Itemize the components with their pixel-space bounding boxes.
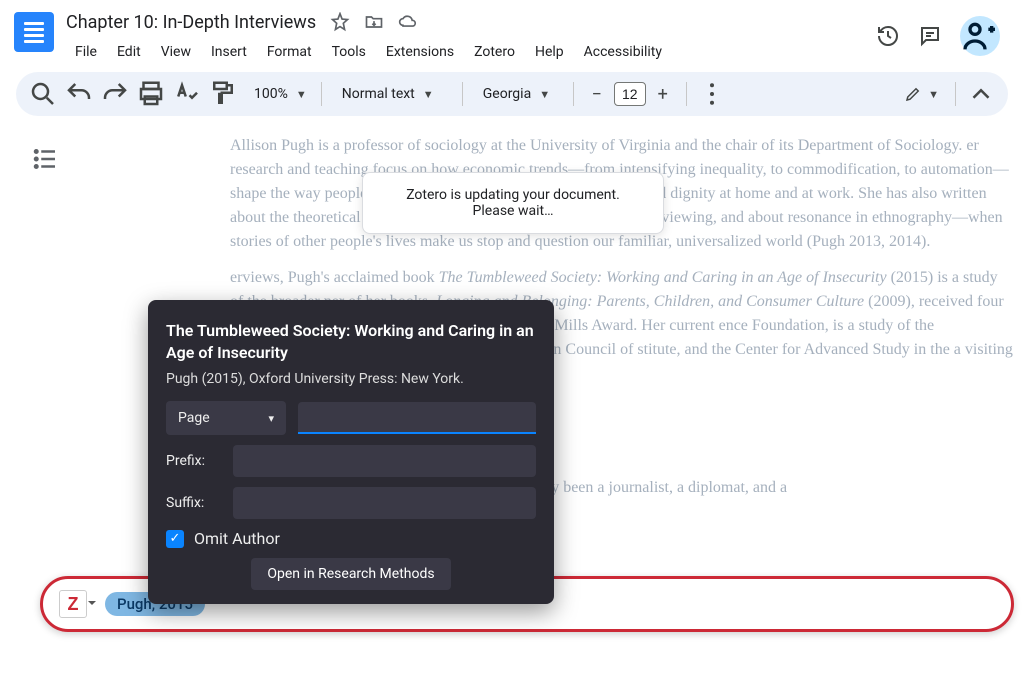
star-icon[interactable] [330,12,350,32]
chevron-down-icon: ▼ [423,88,434,101]
menu-zotero[interactable]: Zotero [465,40,524,64]
citation-meta: Pugh (2015), Oxford University Press: Ne… [166,371,536,387]
share-button[interactable] [960,16,1000,56]
toolbar: 100% ▼ Normal text ▼ Georgia ▼ − + ▼ [16,72,1008,116]
omit-author-row: ✓ Omit Author [166,529,536,548]
toolbar-container: 100% ▼ Normal text ▼ Georgia ▼ − + ▼ [0,64,1024,124]
font-size-increase[interactable]: + [650,81,676,107]
locator-type-select[interactable]: Page ▾ [166,401,286,435]
undo-icon[interactable] [64,79,94,109]
chevron-down-icon: ▼ [539,88,550,101]
redo-icon[interactable] [100,79,130,109]
move-folder-icon[interactable] [364,12,384,32]
separator [321,82,322,106]
menu-insert[interactable]: Insert [202,40,256,64]
zotero-citation-popup: The Tumbleweed Society: Working and Cari… [148,300,554,604]
menu-extensions[interactable]: Extensions [377,40,463,64]
menu-bar: File Edit View Insert Format Tools Exten… [66,40,876,64]
paragraph-style-select[interactable]: Normal text ▼ [332,86,452,102]
header: Chapter 10: In-Depth Interviews File Edi… [0,0,1024,64]
history-icon[interactable] [876,24,900,48]
document-title[interactable]: Chapter 10: In-Depth Interviews [66,12,316,33]
editing-mode-button[interactable]: ▼ [898,85,945,103]
font-select[interactable]: Georgia ▼ [473,86,563,102]
popup-button-row: Open in Research Methods [166,558,536,590]
chevron-down-icon: ▾ [268,412,274,425]
locator-row: Page ▾ [166,401,536,435]
prefix-label: Prefix: [166,453,221,469]
dialog-text: Please wait… [381,203,645,219]
outline-toggle-icon[interactable] [30,144,60,174]
zoom-value: 100% [254,86,288,102]
font-size-control: − + [584,81,676,107]
search-icon[interactable] [28,79,58,109]
locator-type-value: Page [178,410,210,426]
menu-edit[interactable]: Edit [108,40,150,64]
omit-author-label: Omit Author [194,529,280,548]
font-size-input[interactable] [614,82,646,106]
comments-icon[interactable] [918,24,942,48]
header-main: Chapter 10: In-Depth Interviews File Edi… [66,8,876,64]
paint-format-icon[interactable] [208,79,238,109]
zotero-updating-dialog: Zotero is updating your document. Please… [362,172,664,234]
suffix-row: Suffix: [166,487,536,519]
menu-tools[interactable]: Tools [323,40,375,64]
print-icon[interactable] [136,79,166,109]
separator [573,82,574,106]
chevron-down-icon: ▼ [296,88,307,101]
menu-format[interactable]: Format [258,40,321,64]
zotero-logo-icon[interactable]: Z [59,590,87,618]
style-value: Normal text [342,86,415,102]
more-options-icon[interactable] [697,79,727,109]
prefix-input[interactable] [233,445,536,477]
open-in-library-button[interactable]: Open in Research Methods [251,558,450,590]
suffix-label: Suffix: [166,495,221,511]
font-size-decrease[interactable]: − [584,81,610,107]
cloud-status-icon[interactable] [398,12,418,32]
docs-logo-icon[interactable] [14,12,54,52]
separator [955,82,956,106]
citation-title: The Tumbleweed Society: Working and Cari… [166,320,536,363]
separator [686,82,687,106]
font-value: Georgia [483,86,531,102]
suffix-input[interactable] [233,487,536,519]
menu-view[interactable]: View [152,40,200,64]
title-row: Chapter 10: In-Depth Interviews [66,8,876,36]
menu-file[interactable]: File [66,40,106,64]
menu-accessibility[interactable]: Accessibility [575,40,671,64]
dialog-text: Zotero is updating your document. [381,187,645,203]
omit-author-checkbox[interactable]: ✓ [166,530,184,548]
prefix-row: Prefix: [166,445,536,477]
locator-input[interactable] [298,402,536,434]
zoom-select[interactable]: 100% ▼ [244,86,311,102]
chevron-down-icon: ▼ [928,88,939,101]
separator [462,82,463,106]
menu-help[interactable]: Help [526,40,573,64]
header-right [876,16,1000,56]
collapse-icon[interactable] [966,79,996,109]
spellcheck-icon[interactable] [172,79,202,109]
